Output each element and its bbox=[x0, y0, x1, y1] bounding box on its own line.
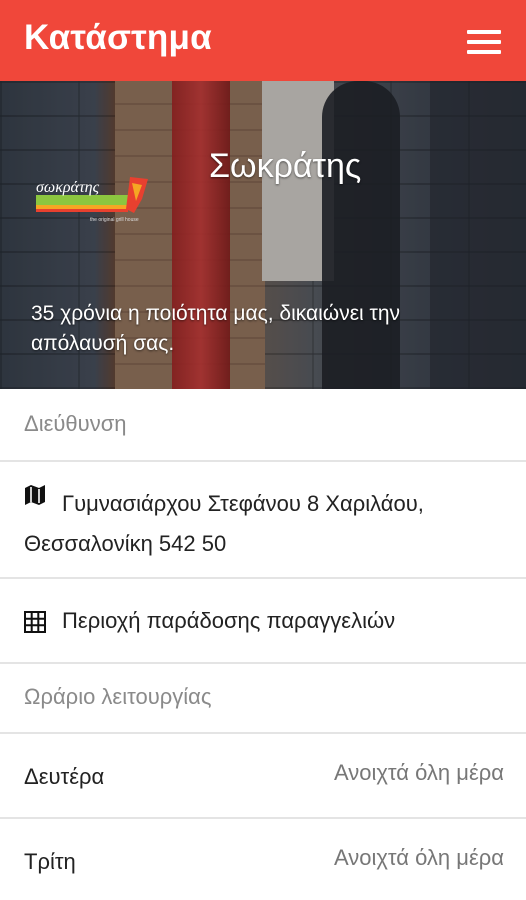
day-status: Ανοιχτά όλη μέρα bbox=[333, 845, 504, 870]
address-section-title: Διεύθυνση bbox=[24, 411, 127, 436]
day-label: Δευτέρα bbox=[24, 764, 105, 789]
grid-icon bbox=[24, 611, 46, 633]
page-title: Κατάστημα bbox=[24, 18, 212, 57]
hamburger-menu-icon[interactable] bbox=[462, 25, 506, 59]
address-section-header: Διεύθυνση bbox=[0, 389, 526, 462]
hours-row-tuesday: Τρίτη Ανοιχτά όλη μέρα bbox=[0, 819, 526, 900]
hours-row-monday: Δευτέρα Ανοιχτά όλη μέρα bbox=[0, 734, 526, 819]
hours-section-header: Ωράριο λειτουργίας bbox=[0, 664, 526, 734]
app-bar: Κατάστημα bbox=[0, 0, 526, 81]
delivery-area-row[interactable]: Περιοχή παράδοσης παραγγελιών bbox=[0, 579, 526, 664]
address-row[interactable]: Γυμνασιάρχου Στεφάνου 8 Χαριλάου, Θεσσαλ… bbox=[0, 462, 526, 579]
delivery-area-label: Περιοχή παράδοσης παραγγελιών bbox=[62, 608, 396, 633]
store-tagline: 35 χρόνια η ποιότητα μας, δικαιώνει την … bbox=[31, 302, 401, 355]
store-name: Σωκράτης bbox=[209, 147, 362, 185]
hours-section-title: Ωράριο λειτουργίας bbox=[24, 684, 212, 709]
store-hero-banner: σωκράτης the original grill house Σωκράτ… bbox=[0, 81, 526, 389]
logo-subtext: the original grill house bbox=[90, 217, 139, 223]
day-label: Τρίτη bbox=[24, 849, 76, 874]
address-text: Γυμνασιάρχου Στεφάνου 8 Χαριλάου, Θεσσαλ… bbox=[24, 491, 424, 556]
store-logo: σωκράτης the original grill house bbox=[36, 177, 148, 223]
logo-text: σωκράτης bbox=[36, 179, 100, 196]
day-status: Ανοιχτά όλη μέρα bbox=[333, 760, 504, 785]
